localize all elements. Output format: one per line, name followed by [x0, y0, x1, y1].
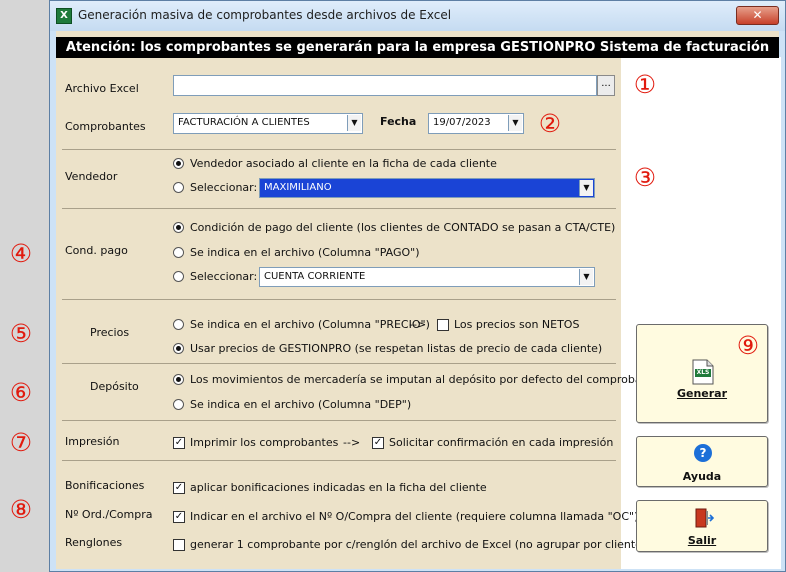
fecha-value: 19/07/2023 [433, 117, 491, 128]
divider [62, 149, 616, 150]
ayuda-button[interactable]: ? Ayuda [636, 436, 768, 487]
precios-radio-archivo[interactable] [173, 319, 184, 330]
salir-button[interactable]: Salir [636, 500, 768, 552]
renglones-text: generar 1 comprobante por c/renglón del … [190, 538, 647, 551]
ayuda-label: Ayuda [682, 470, 722, 483]
chevron-down-icon[interactable]: ▼ [579, 269, 593, 285]
right-panel-background [621, 57, 781, 569]
comprobantes-select[interactable]: FACTURACIÓN A CLIENTES ▼ [173, 113, 363, 134]
impresion-arrow: --> [343, 436, 361, 449]
divider [62, 363, 616, 364]
pago-opt2-label: Se indica en el archivo (Columna "PAGO") [190, 246, 420, 259]
confirmacion-label: Solicitar confirmación en cada impresión [389, 436, 614, 449]
marker-1: ① [633, 70, 657, 99]
fecha-label: Fecha [380, 115, 417, 128]
company-banner: Atención: los comprobantes se generarán … [56, 37, 779, 58]
deposito-label: Depósito [90, 380, 139, 393]
chevron-down-icon[interactable]: ▼ [508, 115, 522, 131]
vendedor-opt2-label: Seleccionar: [190, 181, 258, 194]
precios-arrow: --> [409, 318, 427, 331]
pago-radio-cliente[interactable] [173, 222, 184, 233]
precios-radio-gestionpro[interactable] [173, 343, 184, 354]
screen: X Generación masiva de comprobantes desd… [0, 0, 786, 572]
impresion-label: Impresión [65, 435, 120, 448]
pago-select[interactable]: CUENTA CORRIENTE ▼ [259, 267, 595, 287]
marker-5: ⑤ [9, 319, 33, 348]
marker-7: ⑦ [9, 428, 33, 457]
chevron-down-icon[interactable]: ▼ [579, 180, 593, 196]
marker-3: ③ [633, 163, 657, 192]
marker-6: ⑥ [9, 378, 33, 407]
fecha-picker[interactable]: 19/07/2023 ▼ [428, 113, 524, 134]
marker-8: ⑧ [9, 495, 33, 524]
ord-compra-checkbox[interactable]: ✓ [173, 511, 185, 523]
browse-button[interactable]: ... [597, 75, 615, 96]
help-icon: ? [694, 444, 712, 462]
dialog-window: X Generación masiva de comprobantes desd… [10, 0, 786, 572]
precios-opt2-label: Usar precios de GESTIONPRO (se respetan … [190, 342, 603, 355]
dialog-body: Atención: los comprobantes se generarán … [10, 31, 781, 569]
close-button[interactable]: ✕ [736, 6, 779, 25]
vendedor-value: MAXIMILIANO [264, 182, 332, 193]
vendedor-select[interactable]: MAXIMILIANO ▼ [259, 178, 595, 198]
vendedor-radio-cliente[interactable] [173, 158, 184, 169]
divider [62, 460, 616, 461]
archivo-input[interactable] [173, 75, 597, 96]
precios-netos-label: Los precios son NETOS [454, 318, 580, 331]
deposito-radio-defecto[interactable] [173, 374, 184, 385]
pago-opt3-label: Seleccionar: [190, 270, 258, 283]
precios-opt1-label: Se indica en el archivo (Columna "PRECIO… [190, 318, 430, 331]
vendedor-label: Vendedor [65, 170, 118, 183]
chevron-down-icon[interactable]: ▼ [347, 115, 361, 131]
divider [62, 299, 616, 300]
cond-pago-label: Cond. pago [65, 244, 128, 257]
marker-4: ④ [9, 239, 33, 268]
ord-compra-text: Indicar en el archivo el Nº O/Compra del… [190, 510, 639, 523]
title-bar[interactable]: X Generación masiva de comprobantes desd… [50, 1, 785, 31]
imprimir-label: Imprimir los comprobantes [190, 436, 339, 449]
renglones-label: Renglones [65, 536, 123, 549]
pago-radio-archivo[interactable] [173, 247, 184, 258]
divider [62, 208, 616, 209]
excel-file-icon: XLS [692, 359, 714, 385]
renglones-checkbox[interactable] [173, 539, 185, 551]
precios-label: Precios [90, 326, 130, 339]
comprobantes-label: Comprobantes [65, 120, 146, 133]
exit-door-icon [694, 507, 715, 529]
divider [62, 420, 616, 421]
marker-9: ⑨ [736, 331, 760, 360]
archivo-label: Archivo Excel [65, 82, 139, 95]
pago-value: CUENTA CORRIENTE [264, 271, 366, 282]
salir-label: Salir [687, 534, 717, 547]
window-title: Generación masiva de comprobantes desde … [78, 8, 452, 22]
deposito-opt2-label: Se indica en el archivo (Columna "DEP") [190, 398, 412, 411]
deposito-opt1-label: Los movimientos de mercadería se imputan… [190, 373, 660, 386]
bonificaciones-label: Bonificaciones [65, 479, 145, 492]
desktop-background [0, 0, 49, 572]
bonificaciones-text: aplicar bonificaciones indicadas en la f… [190, 481, 487, 494]
confirmacion-checkbox[interactable]: ✓ [372, 437, 384, 449]
xls-label: XLS [696, 369, 710, 376]
pago-opt1-label: Condición de pago del cliente (los clien… [190, 221, 616, 234]
vendedor-radio-seleccionar[interactable] [173, 182, 184, 193]
vendedor-opt1-label: Vendedor asociado al cliente en la ficha… [190, 157, 497, 170]
imprimir-checkbox[interactable]: ✓ [173, 437, 185, 449]
bonificaciones-checkbox[interactable]: ✓ [173, 482, 185, 494]
deposito-radio-archivo[interactable] [173, 399, 184, 410]
comprobantes-value: FACTURACIÓN A CLIENTES [178, 117, 310, 128]
generar-label: Generar [676, 387, 728, 400]
marker-2: ② [538, 109, 562, 138]
ord-compra-label: Nº Ord./Compra [65, 508, 153, 521]
pago-radio-seleccionar[interactable] [173, 271, 184, 282]
precios-netos-checkbox[interactable] [437, 319, 449, 331]
excel-app-icon: X [56, 8, 72, 24]
